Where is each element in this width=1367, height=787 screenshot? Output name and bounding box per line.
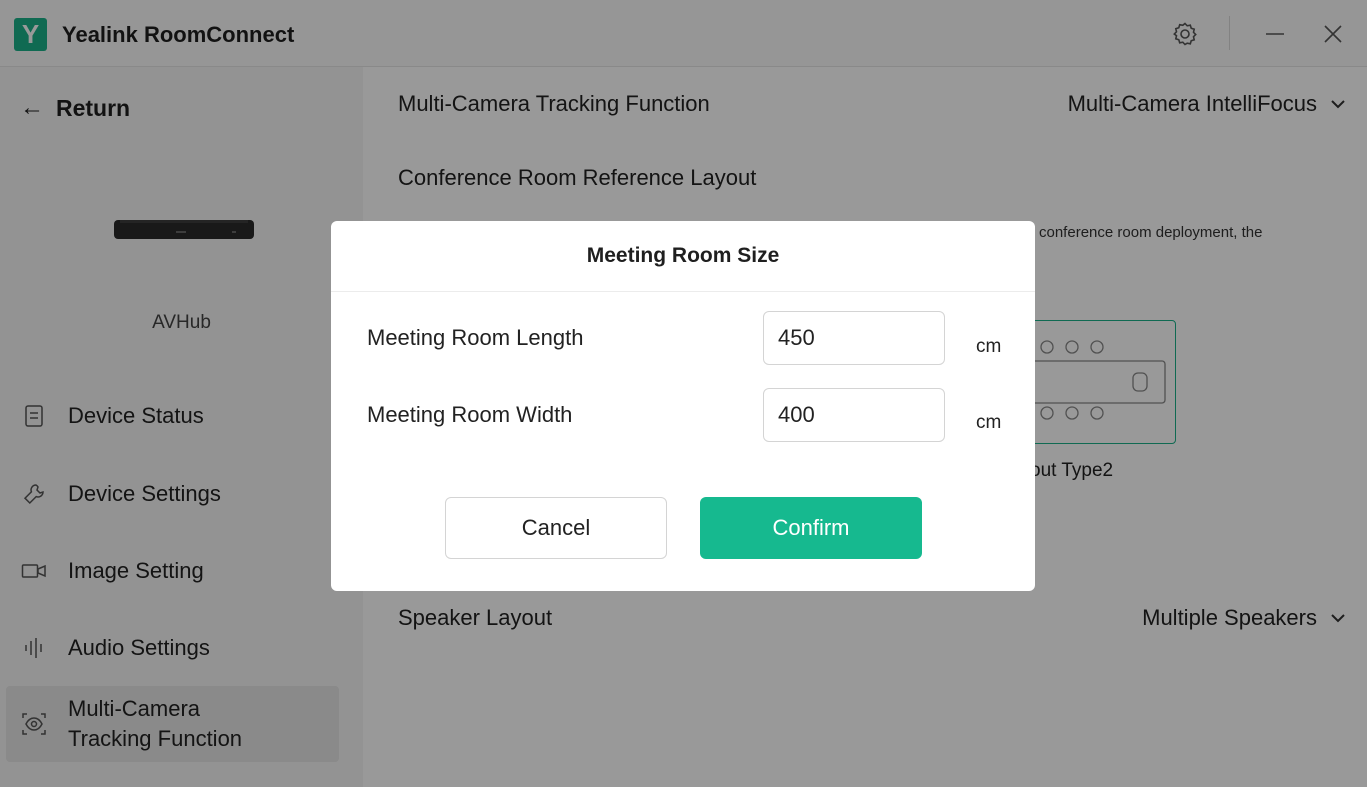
room-width-input[interactable]: [763, 388, 945, 442]
cancel-button[interactable]: Cancel: [445, 497, 667, 559]
room-length-label: Meeting Room Length: [367, 325, 584, 350]
room-width-label: Meeting Room Width: [367, 402, 573, 427]
room-length-input[interactable]: [763, 311, 945, 365]
meeting-room-size-dialog: Meeting Room Size Meeting Room Length cm…: [331, 221, 1035, 591]
room-length-unit: cm: [976, 336, 1002, 357]
dialog-title: Meeting Room Size: [331, 221, 1035, 292]
room-width-unit: cm: [976, 412, 1002, 433]
confirm-button[interactable]: Confirm: [700, 497, 922, 559]
app-window: Y Yealink RoomConnect ← Return AVHub Dev…: [0, 0, 1367, 787]
